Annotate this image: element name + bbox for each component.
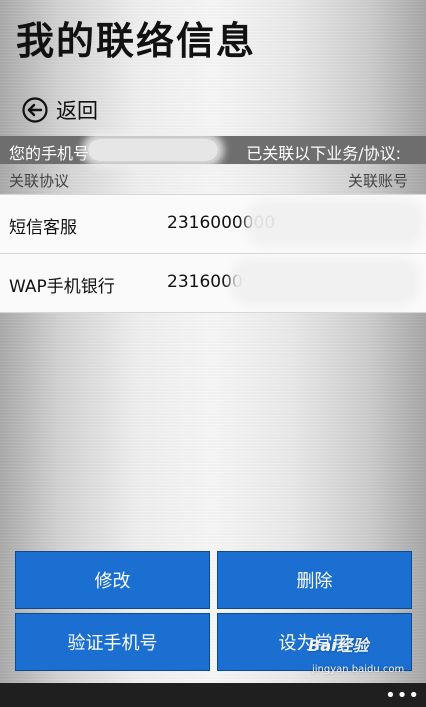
- table-divider: [0, 312, 426, 313]
- page-title: 我的联络信息: [16, 19, 257, 63]
- row-account: 2316000: [167, 272, 243, 292]
- verify-phone-button[interactable]: 验证手机号: [15, 613, 210, 671]
- app-bar: •••: [0, 683, 426, 707]
- row-protocol: 短信客服: [9, 218, 77, 238]
- table-header: 关联协议 关联账号: [0, 166, 426, 192]
- header-account: 关联账号: [347, 172, 408, 190]
- watermark-url: jingyan.baidu.com: [312, 664, 405, 675]
- info-prefix: 您的手机号: [9, 144, 90, 163]
- delete-button[interactable]: 删除: [217, 551, 412, 609]
- linked-info-bar: 您的手机号 已关联以下业务/协议:: [0, 136, 426, 164]
- back-label: 返回: [56, 99, 98, 123]
- more-options-icon[interactable]: •••: [385, 685, 420, 706]
- edit-button[interactable]: 修改: [15, 551, 210, 609]
- back-button[interactable]: 返回: [22, 96, 98, 124]
- header-protocol: 关联协议: [9, 172, 70, 190]
- arrow-left-circle-icon: [22, 97, 48, 123]
- table-row[interactable]: WAP手机银行 2316000: [0, 253, 426, 312]
- table-row[interactable]: 短信客服 2316000000: [0, 194, 426, 253]
- watermark-logo: Bai经验: [308, 636, 369, 655]
- account-mask: [252, 205, 418, 241]
- linked-accounts-table: 短信客服 2316000000 WAP手机银行 2316000: [0, 194, 426, 313]
- screen: 我的联络信息 返回 您的手机号 已关联以下业务/协议: 关联协议 关联账号 短信…: [0, 0, 426, 707]
- account-mask: [236, 264, 414, 300]
- watermark: Bai经验 jingyan.baidu.com: [308, 632, 404, 675]
- phone-number-mask: [88, 139, 218, 161]
- row-protocol: WAP手机银行: [9, 277, 115, 297]
- info-suffix: 已关联以下业务/协议:: [246, 144, 401, 163]
